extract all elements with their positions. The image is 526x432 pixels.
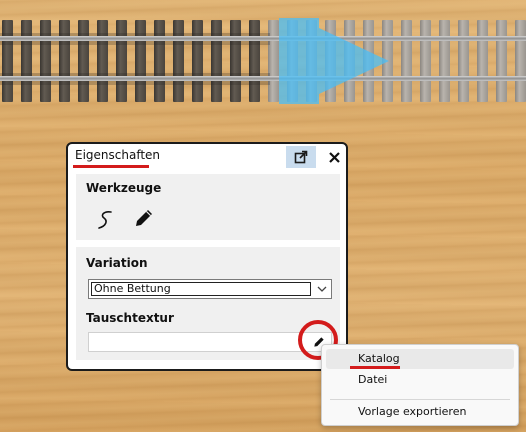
track-sleeper: [420, 20, 431, 102]
variation-select[interactable]: Ohne Bettung: [88, 279, 332, 299]
swap-texture-label: Tauschtextur: [86, 311, 174, 325]
track-sleeper: [401, 20, 412, 102]
menu-separator: [330, 399, 510, 400]
rail-line: [0, 36, 526, 41]
tools-label: Werkzeuge: [86, 181, 162, 195]
track-sleeper: [515, 20, 526, 102]
track-sleeper: [439, 20, 450, 102]
rail-track[interactable]: [0, 20, 526, 102]
menu-item-datei[interactable]: Datei: [326, 370, 514, 390]
menu-item-vorlage-exportieren[interactable]: Vorlage exportieren: [326, 402, 514, 422]
close-icon: [328, 151, 340, 163]
direction-arrow-head[interactable]: [319, 28, 389, 94]
chevron-down-icon: [317, 286, 327, 292]
track-sleeper: [477, 20, 488, 102]
variation-selected-value: Ohne Bettung: [91, 282, 311, 296]
pencil-icon[interactable]: [132, 206, 156, 230]
menu-underline-mark: [350, 366, 400, 369]
close-button[interactable]: [324, 146, 344, 168]
popout-icon: [294, 150, 308, 164]
popout-button[interactable]: [286, 146, 316, 168]
direction-arrow-body[interactable]: [279, 18, 319, 104]
swap-texture-field[interactable]: [88, 332, 332, 352]
track-sleeper: [458, 20, 469, 102]
variation-label: Variation: [86, 256, 148, 270]
rail-line: [0, 76, 526, 81]
freehand-curve-icon[interactable]: [94, 208, 118, 232]
context-menu: Katalog Datei Vorlage exportieren: [321, 344, 519, 426]
panel-title: Eigenschaften: [75, 148, 161, 162]
title-underline-mark: [73, 165, 149, 168]
tools-section: Werkzeuge: [76, 174, 340, 240]
track-sleeper: [496, 20, 507, 102]
